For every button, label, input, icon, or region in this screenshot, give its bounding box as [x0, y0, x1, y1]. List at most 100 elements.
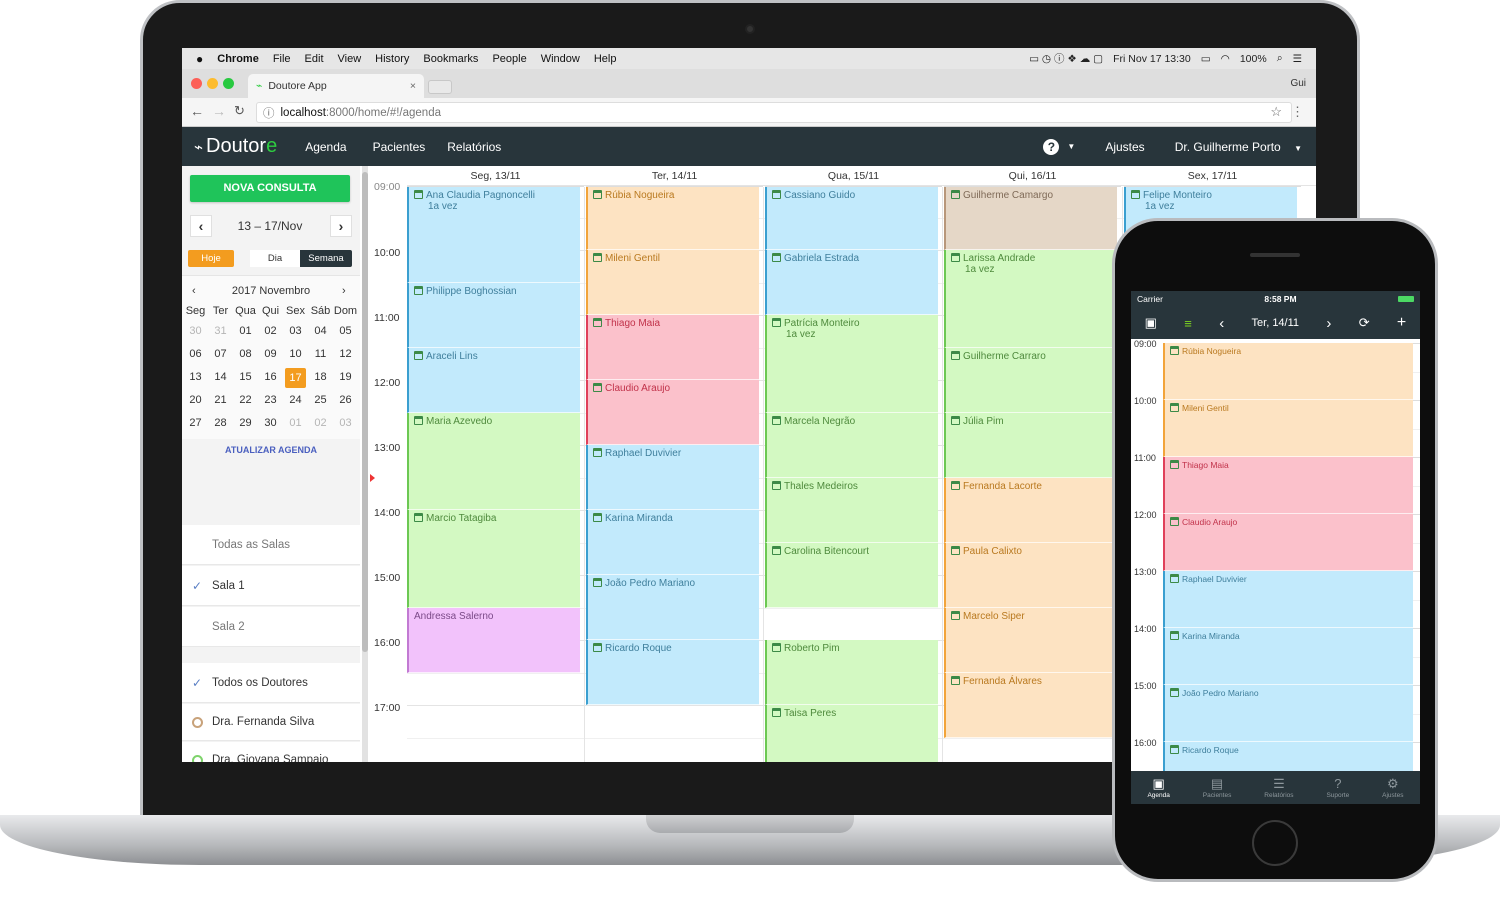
phone-tab-relatórios[interactable]: ☰ Relatórios — [1264, 777, 1293, 799]
mini-day[interactable]: 29 — [235, 417, 256, 429]
appointment[interactable]: Guilherme Camargo — [944, 187, 1117, 250]
mini-day[interactable]: 18 — [310, 371, 331, 383]
mini-day[interactable]: 07 — [210, 348, 231, 360]
mini-day[interactable]: 05 — [335, 325, 356, 337]
appointment[interactable]: Raphael Duvivier — [586, 445, 759, 510]
appointment[interactable]: Guilherme Carraro — [944, 347, 1117, 413]
mini-day[interactable]: 26 — [335, 394, 356, 406]
mini-day[interactable]: 22 — [235, 394, 256, 406]
new-appointment-button[interactable]: NOVA CONSULTA — [190, 175, 350, 202]
menu-item[interactable]: View — [338, 53, 362, 65]
nav-agenda[interactable]: Agenda — [305, 140, 346, 154]
mini-day[interactable]: 30 — [185, 325, 206, 337]
mini-day[interactable]: 11 — [310, 348, 331, 360]
phone-appointment[interactable]: Rúbia Nogueira — [1163, 343, 1413, 400]
user-menu[interactable]: Dr. Guilherme Porto ▼ — [1175, 140, 1302, 154]
mini-day[interactable]: 15 — [235, 371, 256, 383]
doctor-item[interactable]: Dra. Giovana Sampaio — [182, 742, 360, 762]
back-icon[interactable]: ← — [190, 103, 204, 119]
refresh-agenda-link[interactable]: ATUALIZAR AGENDA — [182, 445, 360, 455]
menu-item[interactable]: Bookmarks — [423, 53, 478, 65]
close-window-button[interactable] — [191, 78, 202, 89]
menu-app[interactable]: Chrome — [217, 53, 259, 65]
forward-icon[interactable]: → — [212, 103, 226, 119]
phone-appointment[interactable]: Claudio Araujo — [1163, 514, 1413, 571]
appointment[interactable]: Ricardo Roque — [586, 640, 759, 705]
prev-day-button[interactable]: ‹ — [1219, 315, 1224, 332]
list-icon[interactable]: ☰ — [1293, 53, 1302, 65]
appointment[interactable]: Marcela Negrão — [765, 412, 938, 478]
prev-week-button[interactable]: ‹ — [190, 215, 212, 237]
room-item[interactable]: Sala 2 — [182, 607, 360, 647]
menu-item[interactable]: File — [273, 53, 291, 65]
appointment[interactable]: Ana Claudia Pagnoncelli 1a vez — [407, 187, 580, 283]
appointment[interactable]: Maria Azevedo — [407, 412, 580, 510]
mini-day[interactable]: 24 — [285, 394, 306, 406]
menu-item[interactable]: History — [375, 53, 409, 65]
mini-day[interactable]: 04 — [310, 325, 331, 337]
appointment[interactable]: Araceli Lins — [407, 347, 580, 413]
mini-day[interactable]: 12 — [335, 348, 356, 360]
mini-day[interactable]: 03 — [285, 325, 306, 337]
week-view-button[interactable]: Semana — [300, 250, 352, 267]
appointment[interactable]: Claudio Araujo — [586, 380, 759, 445]
appointment[interactable]: Fernanda Lacorte — [944, 477, 1117, 543]
mini-day[interactable]: 27 — [185, 417, 206, 429]
appointment[interactable]: Júlia Pim — [944, 412, 1117, 478]
tab-close-button[interactable]: × — [410, 80, 416, 92]
nav-relatorios[interactable]: Relatórios — [447, 140, 501, 154]
star-icon[interactable]: ☆ — [1270, 104, 1282, 120]
maximize-window-button[interactable] — [223, 78, 234, 89]
apple-icon[interactable]: ● — [196, 52, 203, 66]
phone-tab-ajustes[interactable]: ⚙ Ajustes — [1382, 777, 1403, 799]
day-view-button[interactable]: Dia — [250, 250, 300, 267]
mini-next-button[interactable]: › — [342, 285, 346, 297]
appointment[interactable]: Taisa Peres — [765, 705, 938, 762]
phone-tab-suporte[interactable]: ? Suporte — [1326, 777, 1349, 799]
phone-appointment[interactable]: Ricardo Roque — [1163, 742, 1413, 771]
appointment[interactable]: Fernanda Álvares — [944, 672, 1117, 738]
menu-item[interactable]: Help — [594, 53, 617, 65]
settings-link[interactable]: Ajustes — [1105, 140, 1144, 154]
appointment[interactable]: Karina Miranda — [586, 510, 759, 575]
phone-tab-pacientes[interactable]: ▤ Pacientes — [1203, 777, 1232, 799]
mini-day[interactable]: 19 — [335, 371, 356, 383]
appointment[interactable]: Gabriela Estrada — [765, 250, 938, 315]
mini-day[interactable]: 25 — [310, 394, 331, 406]
reload-icon[interactable]: ↻ — [234, 103, 245, 119]
mini-day[interactable]: 10 — [285, 348, 306, 360]
url-input[interactable]: ⓘ localhost:8000/home/#!/agenda — [256, 102, 1292, 123]
appointment[interactable]: Thales Medeiros — [765, 477, 938, 543]
new-tab-button[interactable] — [428, 80, 452, 94]
mini-day[interactable]: 01 — [235, 325, 256, 337]
appointment[interactable]: Philippe Boghossian — [407, 282, 580, 348]
airplay-icon[interactable]: ▭ — [1201, 53, 1211, 65]
mini-day[interactable]: 13 — [185, 371, 206, 383]
room-item[interactable]: Todas as Salas — [182, 525, 360, 565]
mini-day[interactable]: 20 — [185, 394, 206, 406]
filter-icon[interactable]: ≡ — [1184, 316, 1192, 331]
appointment[interactable]: Andressa Salerno — [407, 607, 580, 673]
appointment[interactable]: Patrícia Monteiro 1a vez — [765, 315, 938, 413]
search-icon[interactable]: ⌕ — [1277, 52, 1283, 65]
phone-appointment[interactable]: Thiago Maia — [1163, 457, 1413, 514]
nav-pacientes[interactable]: Pacientes — [373, 140, 426, 154]
phone-appointment[interactable]: Raphael Duvivier — [1163, 571, 1413, 628]
browser-tab[interactable]: ⌁ Doutore App × — [248, 74, 424, 98]
mini-day[interactable]: 16 — [260, 371, 281, 383]
help-menu[interactable]: ? ▼ — [1043, 138, 1075, 155]
phone-appointment[interactable]: Mileni Gentil — [1163, 400, 1413, 457]
mini-day[interactable]: 30 — [260, 417, 281, 429]
appointment[interactable]: Marcelo Siper — [944, 607, 1117, 673]
minimize-window-button[interactable] — [207, 78, 218, 89]
appointment[interactable]: Roberto Pim — [765, 640, 938, 705]
more-icon[interactable]: ⋮ — [1291, 104, 1304, 120]
mini-day[interactable]: 21 — [210, 394, 231, 406]
wifi-icon[interactable]: ◠ — [1221, 53, 1230, 65]
menu-item[interactable]: People — [492, 53, 526, 65]
mini-day[interactable]: 31 — [210, 325, 231, 337]
mini-day[interactable]: 23 — [260, 394, 281, 406]
today-button[interactable]: Hoje — [188, 250, 234, 267]
doctor-item[interactable]: Dra. Fernanda Silva — [182, 704, 360, 741]
mini-day[interactable]: 14 — [210, 371, 231, 383]
